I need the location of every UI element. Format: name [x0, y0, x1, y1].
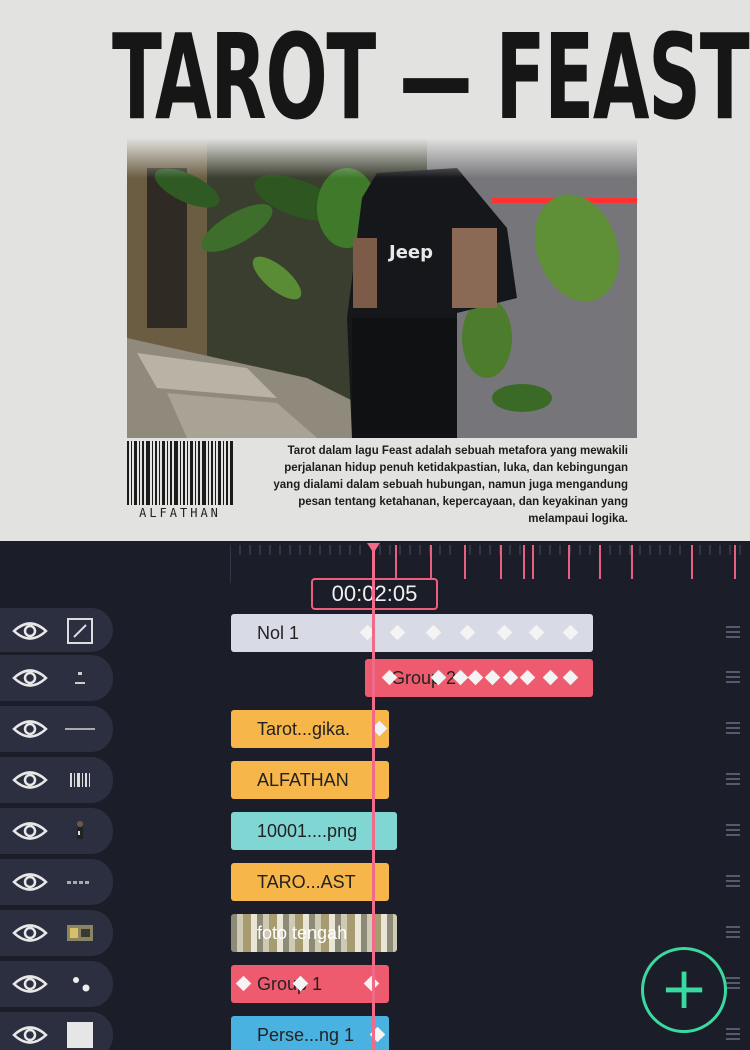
visibility-eye-icon[interactable]	[12, 869, 48, 895]
drag-handle-icon[interactable]	[726, 875, 740, 887]
add-layer-button[interactable]: +	[641, 947, 727, 1033]
poster-description: Tarot dalam lagu Feast adalah sebuah met…	[273, 445, 628, 525]
text-line-icon	[64, 713, 96, 745]
visibility-eye-icon[interactable]	[12, 716, 48, 742]
layer-row: 10001....png	[0, 808, 750, 854]
clip-label: Nol 1	[257, 623, 300, 643]
layer-row: foto tengah	[0, 910, 750, 956]
layer-controls	[0, 655, 113, 701]
drag-handle-icon[interactable]	[726, 626, 740, 638]
timeline-ruler[interactable]	[229, 543, 750, 583]
layer-controls	[0, 1012, 113, 1050]
layer-row: Group 2	[0, 655, 750, 701]
drag-handle-icon[interactable]	[726, 926, 740, 938]
layer-row: TARO...AST	[0, 859, 750, 905]
text-line-icon	[64, 866, 96, 898]
layer-controls	[0, 757, 113, 803]
layer-row: Perse...ng 1	[0, 1012, 750, 1050]
layer-row: Group 1	[0, 961, 750, 1007]
layer-controls	[0, 910, 113, 956]
layer-row: Nol 1	[0, 606, 750, 652]
drag-handle-icon[interactable]	[726, 773, 740, 785]
clip-label: foto tengah	[257, 923, 348, 943]
clip-label: ALFATHAN	[257, 770, 349, 790]
layer-row: Tarot...gika.	[0, 706, 750, 752]
layer-controls	[0, 808, 113, 854]
clip-label: Group 2	[391, 668, 457, 688]
drag-handle-icon[interactable]	[726, 824, 740, 836]
timeline-clip[interactable]: TARO...AST	[231, 863, 389, 901]
timeline-clip[interactable]: Perse...ng 1	[231, 1016, 389, 1050]
layer-controls	[0, 608, 113, 652]
photo-icon	[64, 917, 96, 949]
barcode-icon	[64, 764, 96, 796]
clip-label: Tarot...gika.	[257, 719, 351, 739]
clip-label: 10001....png	[257, 821, 358, 841]
poster-photo: Jeep	[127, 138, 637, 438]
timeline-clip[interactable]: Tarot...gika.	[231, 710, 389, 748]
dots-icon	[64, 662, 96, 694]
barcode	[127, 441, 233, 505]
layer-row: ALFATHAN	[0, 757, 750, 803]
svg-text:Jeep: Jeep	[387, 242, 433, 263]
drag-handle-icon[interactable]	[726, 671, 740, 683]
layer-controls	[0, 859, 113, 905]
layer-controls	[0, 961, 113, 1007]
edit-icon	[64, 615, 96, 647]
person-icon	[64, 815, 96, 847]
timeline-clip[interactable]: ALFATHAN	[231, 761, 389, 799]
square-icon	[64, 1019, 96, 1050]
drag-handle-icon[interactable]	[726, 977, 740, 989]
clip-label: TARO...AST	[257, 872, 356, 892]
visibility-eye-icon[interactable]	[12, 971, 48, 997]
canvas-preview[interactable]: TAROT — FEAST Jeep ALFATHAN Tarot dalam …	[0, 0, 750, 541]
clip-label: Perse...ng 1	[257, 1025, 355, 1045]
playhead[interactable]	[372, 543, 375, 1050]
visibility-eye-icon[interactable]	[12, 818, 48, 844]
visibility-eye-icon[interactable]	[12, 767, 48, 793]
clip-label: Group 1	[257, 974, 323, 994]
visibility-eye-icon[interactable]	[12, 920, 48, 946]
visibility-eye-icon[interactable]	[12, 665, 48, 691]
poster-title: TAROT — FEAST	[112, 8, 750, 146]
drag-handle-icon[interactable]	[726, 1028, 740, 1040]
drag-handle-icon[interactable]	[726, 722, 740, 734]
visibility-eye-icon[interactable]	[12, 1022, 48, 1048]
visibility-eye-icon[interactable]	[12, 618, 48, 644]
dots-icon	[64, 968, 96, 1000]
barcode-label: ALFATHAN	[139, 506, 221, 520]
layer-controls	[0, 706, 113, 752]
